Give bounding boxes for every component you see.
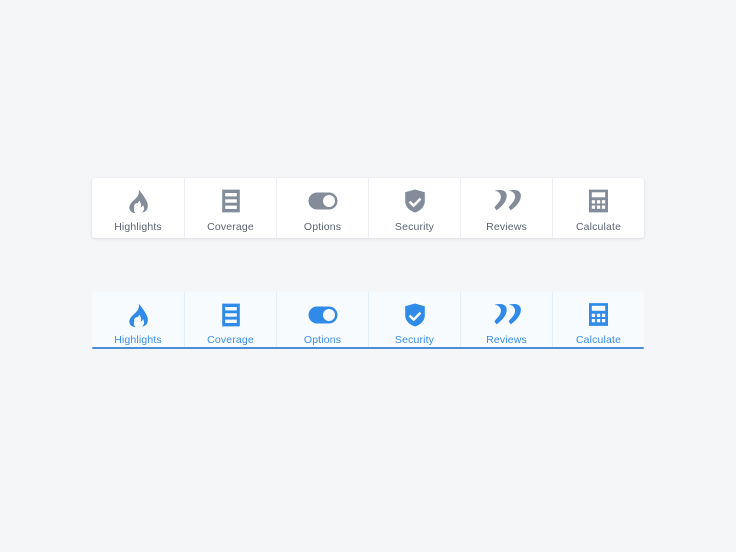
tab-label: Reviews	[486, 221, 527, 233]
active-tabbar-underline	[92, 347, 644, 349]
flame-icon	[128, 186, 148, 216]
tab-coverage[interactable]: Coverage	[184, 178, 276, 238]
tab-highlights-active[interactable]: Highlights	[92, 292, 184, 347]
tab-label: Coverage	[207, 221, 254, 233]
canvas: Highlights Coverage Options Security Rev…	[0, 0, 736, 552]
tab-label: Calculate	[575, 334, 622, 346]
document-lines-icon	[221, 186, 241, 216]
tab-calculate-active[interactable]: Calculate	[552, 292, 644, 347]
tab-label: Reviews	[486, 334, 527, 346]
tab-coverage-active[interactable]: Coverage	[184, 292, 276, 347]
tab-label: Highlights	[114, 221, 162, 233]
tab-label: Security	[394, 221, 435, 233]
quotation-marks-icon	[493, 186, 521, 216]
tab-security-active[interactable]: Security	[368, 292, 460, 347]
tab-highlights[interactable]: Highlights	[92, 178, 184, 238]
calculator-icon	[589, 303, 608, 326]
tab-label: Options	[303, 334, 342, 346]
flame-icon	[128, 300, 148, 329]
tab-label: Highlights	[114, 334, 162, 346]
tab-reviews[interactable]: Reviews	[460, 178, 552, 238]
tab-options[interactable]: Options	[276, 178, 368, 238]
tabbar-default: Highlights Coverage Options Security Rev…	[92, 178, 644, 238]
tab-label: Calculate	[575, 221, 622, 233]
quotation-marks-icon	[493, 300, 521, 329]
tab-label: Options	[303, 221, 342, 233]
toggle-switch-icon	[308, 300, 338, 329]
tab-security[interactable]: Security	[368, 178, 460, 238]
tab-label: Coverage	[207, 334, 254, 346]
shield-check-icon	[404, 186, 426, 216]
shield-check-icon	[404, 300, 426, 329]
tabbar-active: Highlights Coverage Options Security Rev…	[92, 292, 644, 347]
tab-label: Security	[394, 334, 435, 346]
tab-calculate[interactable]: Calculate	[552, 178, 644, 238]
tab-options-active[interactable]: Options	[276, 292, 368, 347]
document-lines-icon	[221, 300, 241, 329]
calculator-icon	[589, 189, 608, 213]
tab-reviews-active[interactable]: Reviews	[460, 292, 552, 347]
toggle-switch-icon	[308, 186, 338, 216]
